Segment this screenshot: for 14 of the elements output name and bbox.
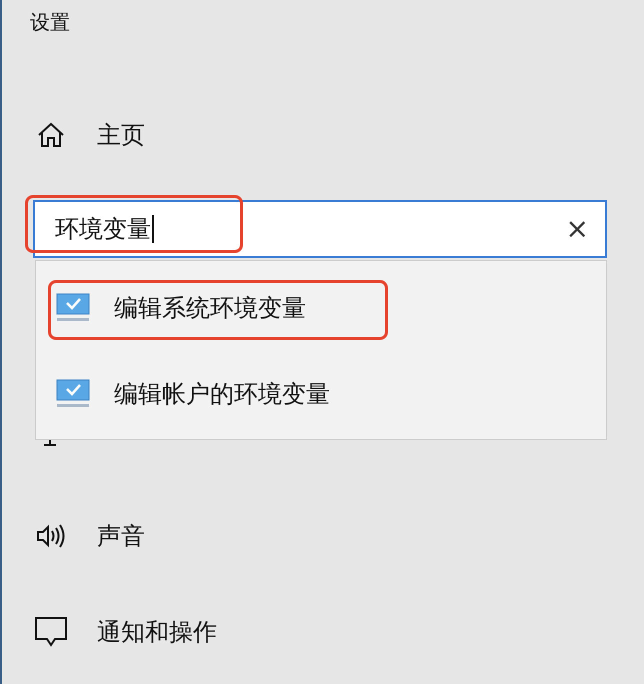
nav-item[interactable]: 通知和操作 — [33, 604, 217, 660]
clear-button[interactable]: × — [566, 214, 589, 244]
suggestion-item[interactable]: 编辑帐户的环境变量 — [36, 351, 330, 437]
text-cursor — [152, 215, 154, 243]
suggestion-item[interactable]: 编辑系统环境变量 — [36, 265, 306, 351]
monitor-check-icon — [56, 293, 90, 323]
search-field[interactable]: 环境变量 × — [33, 200, 607, 258]
window-title: 设置 — [30, 9, 70, 36]
monitor-check-icon — [56, 379, 90, 409]
search-text: 环境变量 — [55, 214, 151, 245]
speech-bubble-icon — [35, 617, 67, 647]
speaker-icon — [35, 522, 67, 550]
nav-item[interactable]: 声音 — [33, 508, 145, 564]
nav-item[interactable]: 主页 — [33, 107, 145, 163]
